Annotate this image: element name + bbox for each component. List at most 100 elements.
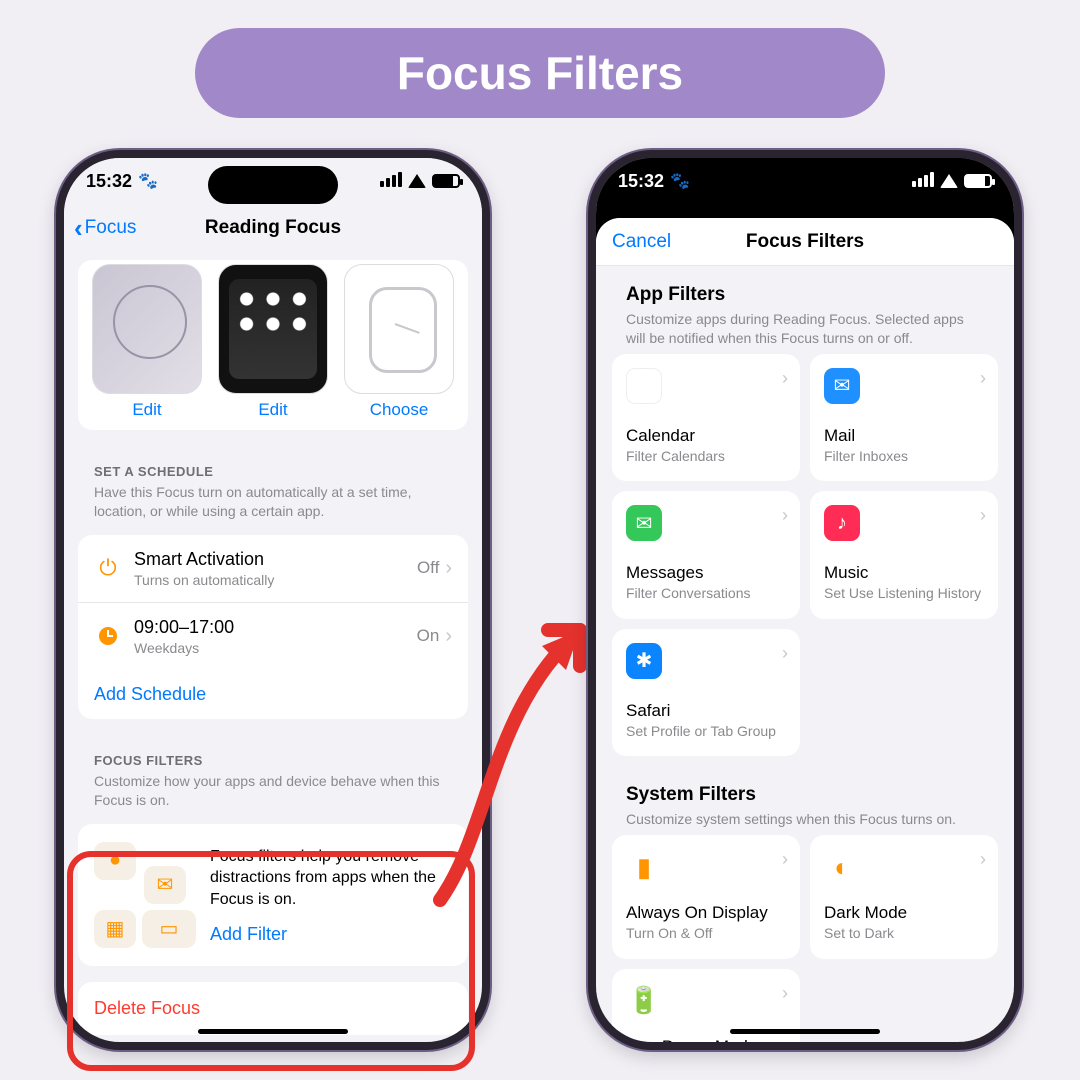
mail-icon: ✉ [144, 866, 186, 904]
app-icon: ♪ [824, 505, 860, 541]
wifi-icon [408, 174, 426, 188]
add-filter-button[interactable]: Add Filter [210, 922, 452, 946]
filters-desc: Customize how your apps and device behav… [94, 772, 452, 810]
filters-header: FOCUS FILTERS Customize how your apps an… [78, 735, 468, 816]
filter-tile[interactable]: › ✱ Safari Set Profile or Tab Group [612, 629, 800, 757]
phone-right: 15:32 🐾 Cancel Focus Filters App Filters… [588, 150, 1022, 1050]
battery-icon [964, 174, 992, 188]
dynamic-island [208, 166, 338, 204]
app-icon: ✉ [824, 368, 860, 404]
cancel-button[interactable]: Cancel [612, 231, 671, 253]
system-filters-grid: › ▮ Always On Display Turn On & Off ›◐Dark M… [610, 835, 1000, 1042]
smart-title: Smart Activation [134, 549, 417, 570]
battery-icon [432, 174, 460, 188]
lockscreen-thumb[interactable]: Edit [92, 264, 202, 420]
tile-title: Calendar [626, 426, 786, 446]
watchface-thumb[interactable]: Choose [344, 264, 454, 420]
filter-tile[interactable]: ›◐Dark ModeSet to Dark [810, 835, 998, 959]
filter-tile[interactable]: ›♪MusicSet Use Listening History [810, 491, 998, 619]
schedule-header: SET A SCHEDULE Have this Focus turn on a… [78, 446, 468, 527]
filters-card: ● ✉ ▦ ▭ Focus filters help you remove di… [78, 824, 468, 966]
add-schedule-button[interactable]: Add Schedule [78, 670, 468, 719]
tile-title: Dark Mode [824, 903, 984, 923]
battery-icon-mini: ▭ [142, 910, 196, 948]
app-filters-title: App Filters [626, 284, 984, 306]
tile-title: Low Power Mode [626, 1037, 786, 1042]
app-filters-grid: ›▦CalendarFilter Calendars›✉MailFilter I… [610, 354, 1000, 757]
delete-focus-button[interactable]: Delete Focus [78, 982, 468, 1035]
chevron-right-icon: › [445, 625, 452, 648]
sheet-title: Focus Filters [746, 231, 864, 253]
homescreen-thumb[interactable]: Edit [218, 264, 328, 420]
watch-choose[interactable]: Choose [344, 400, 454, 420]
app-filters-desc: Customize apps during Reading Focus. Sel… [626, 310, 984, 348]
schedule-card: ⏻ Smart Activation Turns on automaticall… [78, 535, 468, 719]
sheet-nav: Cancel Focus Filters [596, 218, 1014, 266]
status-time: 15:32 [86, 171, 132, 192]
system-filters-title: System Filters [626, 784, 984, 806]
time-schedule-row[interactable]: 09:00–17:00 Weekdays On › [78, 602, 468, 670]
nav-bar: ‹ Focus Reading Focus [64, 204, 482, 252]
chevron-right-icon: › [782, 368, 788, 389]
filters-blurb: Focus filters help you remove distractio… [210, 848, 436, 908]
time-title: 09:00–17:00 [134, 617, 417, 638]
tile-sub: Filter Inboxes [824, 448, 984, 466]
app-icon: ✉ [626, 505, 662, 541]
filter-tile[interactable]: › ▮ Always On Display Turn On & Off [612, 835, 800, 959]
back-button[interactable]: ‹ Focus [74, 215, 136, 241]
chevron-right-icon: › [980, 505, 986, 526]
tile-sub: Filter Conversations [626, 585, 786, 603]
tile-title: Messages [626, 563, 786, 583]
smart-activation-row[interactable]: ⏻ Smart Activation Turns on automaticall… [78, 535, 468, 602]
cellular-icon [378, 171, 402, 192]
filter-tile[interactable]: › ✉ Messages Filter Conversations [612, 491, 800, 619]
calendar-icon: ▦ [94, 910, 136, 948]
tile-title: Music [824, 563, 984, 583]
paw-icon: 🐾 [670, 171, 690, 191]
tile-title: Always On Display [626, 903, 786, 923]
smart-sub: Turns on automatically [134, 572, 417, 588]
status-time: 15:32 [618, 171, 664, 192]
chevron-right-icon: › [782, 505, 788, 526]
power-icon: ⏻ [99, 555, 116, 581]
page-banner-text: Focus Filters [397, 46, 683, 100]
time-sub: Weekdays [134, 640, 417, 656]
chevron-right-icon: › [782, 849, 788, 870]
wifi-icon [940, 174, 958, 188]
system-filters-header: System Filters Customize system settings… [610, 756, 1000, 835]
phone-left: 15:32 🐾 ‹ Focus Reading Focus Edi [56, 150, 490, 1050]
customize-screens-card: Edit Edit Choose [78, 260, 468, 430]
filter-icons-cluster: ● ✉ ▦ ▭ [94, 842, 204, 948]
tile-title: Safari [626, 701, 786, 721]
chevron-right-icon: › [782, 643, 788, 664]
chevron-left-icon: ‹ [74, 215, 83, 241]
tile-title: Mail [824, 426, 984, 446]
app-icon: ▮ [626, 849, 662, 885]
filter-tile[interactable]: › ✉ Mail Filter Inboxes [810, 354, 998, 482]
lockscreen-edit[interactable]: Edit [92, 400, 202, 420]
system-filters-desc: Customize system settings when this Focu… [626, 810, 984, 829]
time-value: On [417, 626, 440, 646]
schedule-header-text: SET A SCHEDULE [94, 464, 452, 479]
nav-title: Reading Focus [205, 217, 341, 239]
app-filters-header: App Filters Customize apps during Readin… [610, 266, 1000, 354]
app-icon: ✱ [626, 643, 662, 679]
home-indicator [198, 1029, 348, 1034]
homescreen-edit[interactable]: Edit [218, 400, 328, 420]
page-banner: Focus Filters [195, 28, 885, 118]
chevron-right-icon: › [980, 368, 986, 389]
delete-card: Delete Focus [78, 982, 468, 1035]
chevron-right-icon: › [445, 557, 452, 580]
cellular-icon [910, 171, 934, 192]
chevron-right-icon: › [782, 983, 788, 1004]
filter-tile[interactable]: ›▦CalendarFilter Calendars [612, 354, 800, 482]
tile-sub: Turn On & Off [626, 925, 786, 943]
tile-sub: Set Profile or Tab Group [626, 723, 786, 741]
smart-value: Off [417, 558, 439, 578]
clock-icon [99, 627, 117, 645]
dynamic-island [740, 166, 870, 204]
tile-sub: Filter Calendars [626, 448, 786, 466]
paw-icon: 🐾 [138, 171, 158, 191]
message-icon: ● [94, 842, 136, 880]
app-icon: 🔋 [626, 983, 662, 1019]
